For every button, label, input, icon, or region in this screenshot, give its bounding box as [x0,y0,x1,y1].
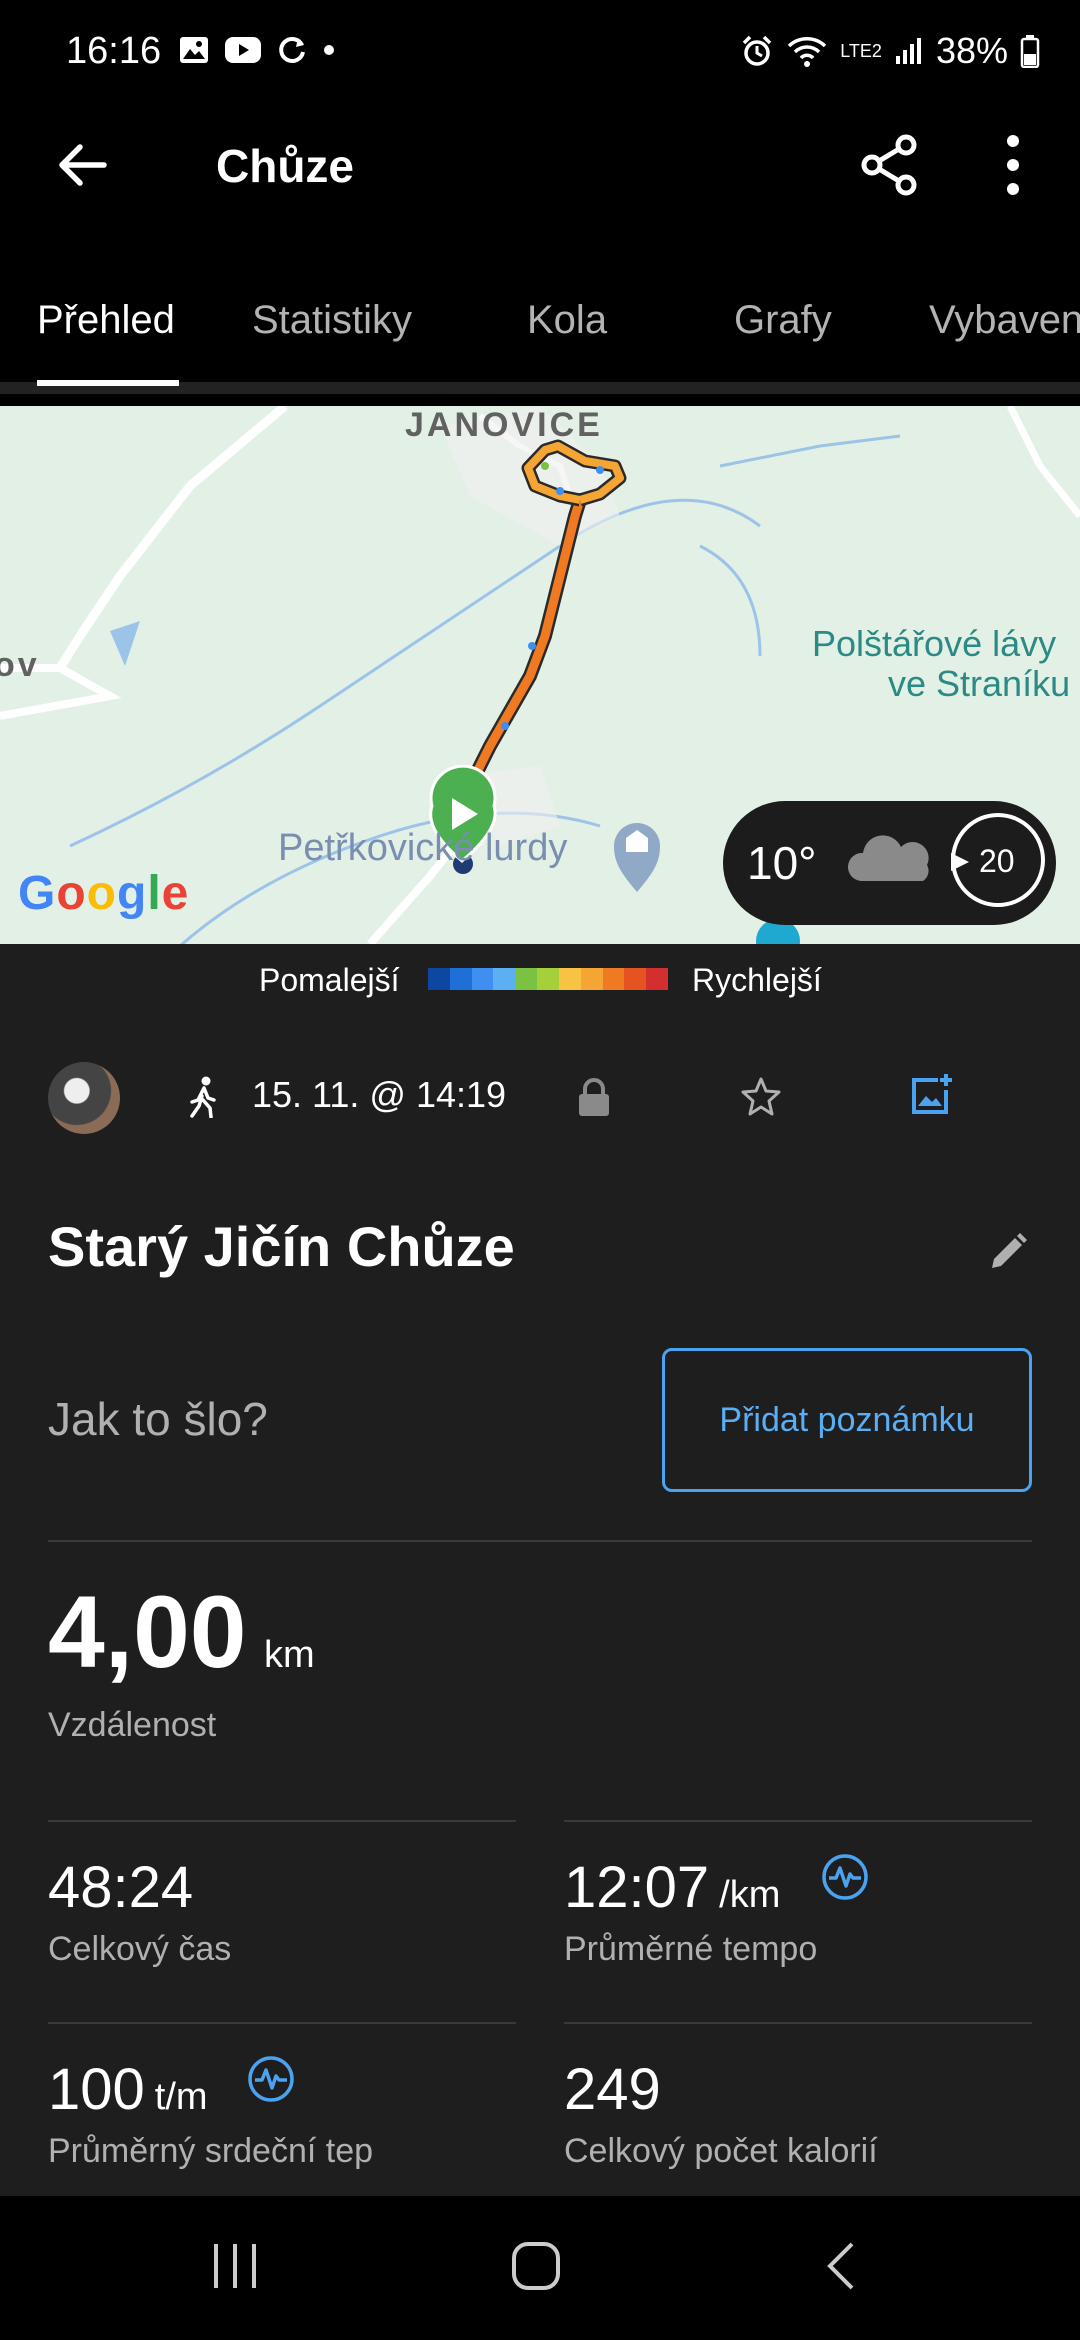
gallery-icon [180,37,208,63]
edit-pencil-icon[interactable] [988,1232,1028,1272]
cloud-icon [847,835,929,881]
tab-vybaveni[interactable]: Vybaven [929,298,1080,343]
divider [48,2022,516,2024]
divider [564,2022,1032,2024]
add-photo-icon[interactable] [908,1072,954,1118]
divider [564,1820,1032,1822]
system-nav-bar [0,2196,1080,2340]
avg-heart-rate-value: 100 t/m [48,2057,208,2122]
status-left-icons [178,34,336,66]
app-bar: Chůze [0,105,1080,225]
legend-faster: Rychlejší [692,962,822,998]
speed-color-swatch [515,968,538,990]
map-label-petrkovicke: Petřkovické lurdy [278,827,567,869]
heart-rate-icon[interactable] [246,2054,296,2104]
alarm-icon [743,35,772,66]
status-bar: 16:16 LTE2 38% [0,0,1080,105]
sync-icon [279,37,305,63]
battery-icon [1020,35,1040,68]
speed-color-swatch [558,968,581,990]
star-icon[interactable] [740,1076,782,1116]
avg-heart-rate-unit: t/m [154,2076,208,2118]
wind-speed: 20 [979,843,1015,879]
lock-icon[interactable] [576,1078,612,1118]
avg-pace-value: 12:07/km [564,1855,781,1920]
share-icon[interactable] [858,133,920,197]
route-map[interactable]: JANOVICE Polštářové lávy ve Straníku Pet… [0,406,1080,944]
battery-percent: 38% [935,30,1008,71]
speed-color-swatch [471,968,494,990]
speed-color-swatch [428,968,450,990]
more-vert-icon[interactable] [998,133,1028,197]
avg-pace-unit: /km [719,1874,781,1916]
activity-title: Starý Jičín Chůze [48,1215,515,1278]
dot-icon [324,45,334,55]
distance-label: Vzdálenost [48,1706,217,1744]
status-time: 16:16 [66,30,162,72]
map-label-ov: ov [0,646,40,684]
google-logo: Google [18,867,190,920]
map-label-stranik: ve Straníku [888,663,1070,704]
legend-slower: Pomalejší [259,962,400,998]
total-time-label: Celkový čas [48,1930,232,1968]
signal-icon [895,38,921,64]
feedback-prompt[interactable]: Jak to šlo? [48,1392,268,1446]
status-right-icons: LTE2 38% [740,30,1040,72]
calories-label: Celkový počet kalorií [564,2132,878,2170]
speed-color-swatch [580,968,603,990]
map-label-janovice: JANOVICE [405,406,603,444]
heart-rate-icon[interactable] [820,1852,870,1902]
speed-color-scale [428,968,668,990]
tab-kola[interactable]: Kola [527,298,607,343]
wind-indicator: 20 [951,813,1045,907]
walking-icon [190,1076,216,1118]
avg-pace-label: Průměrné tempo [564,1930,818,1968]
back-icon[interactable] [822,2240,858,2292]
activity-overview: 15. 11. @ 14:19 Starý Jičín Chůze Jak to… [0,1014,1080,2196]
divider [48,1540,1032,1542]
distance-value: 4,00 [48,1575,247,1689]
activity-date: 15. 11. @ 14:19 [252,1074,507,1115]
weather-temperature: 10° [747,837,817,889]
recent-apps-icon[interactable] [210,2240,260,2292]
wind-direction-icon [951,853,969,871]
youtube-icon [225,37,261,63]
speed-color-swatch [493,968,516,990]
network-type: LTE2 [840,41,882,61]
tab-grafy[interactable]: Grafy [734,298,832,343]
divider [48,1820,516,1822]
speed-color-swatch [537,968,559,990]
weather-widget[interactable]: 10° 20 [723,801,1056,925]
distance-unit: km [264,1634,315,1676]
total-time-value: 48:24 [48,1855,194,1920]
speed-color-swatch [624,968,647,990]
page-title: Chůze [216,140,354,192]
tab-prehled[interactable]: Přehled [37,298,175,343]
calories-value: 249 [564,2057,661,2122]
avatar[interactable] [48,1062,120,1134]
map-label-polstarove: Polštářové lávy [812,623,1056,664]
back-arrow-icon[interactable] [52,135,112,195]
speed-color-swatch [449,968,472,990]
speed-legend: Pomalejší Rychlejší [0,944,1080,1014]
avg-heart-rate-label: Průměrný srdeční tep [48,2132,374,2170]
home-icon[interactable] [510,2240,562,2292]
tab-statistiky[interactable]: Statistiky [252,298,412,343]
wifi-icon [788,37,827,67]
speed-color-swatch [646,968,668,990]
active-tab-indicator [37,380,179,386]
speed-color-swatch [602,968,625,990]
add-note-button[interactable]: Přidat poznámku [662,1348,1032,1492]
tab-bar: Přehled Statistiky Kola Grafy Vybaven [0,270,1080,394]
